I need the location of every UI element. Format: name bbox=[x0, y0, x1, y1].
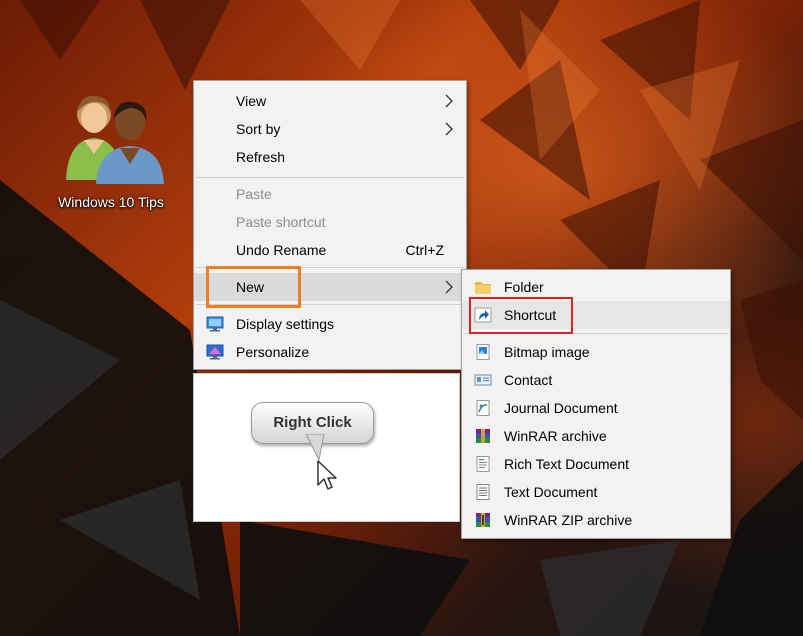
display-settings-icon bbox=[206, 316, 224, 332]
menu-item-label: Paste shortcut bbox=[236, 214, 326, 230]
desktop-context-menu: View Sort by Refresh Paste Paste shortcu… bbox=[193, 80, 467, 370]
submenu-item-label: Rich Text Document bbox=[504, 456, 630, 472]
submenu-item-bitmap-image[interactable]: Bitmap image bbox=[462, 338, 730, 366]
menu-item-sort-by[interactable]: Sort by bbox=[194, 115, 466, 143]
submenu-item-label: Bitmap image bbox=[504, 344, 590, 360]
menu-item-label: Refresh bbox=[236, 149, 286, 165]
desktop-shortcut-windows-10-tips[interactable]: Windows 10 Tips bbox=[45, 88, 177, 210]
submenu-item-label: Journal Document bbox=[504, 400, 618, 416]
right-click-callout: Right Click bbox=[193, 373, 460, 522]
journal-icon bbox=[476, 400, 490, 416]
submenu-item-text-document[interactable]: Text Document bbox=[462, 478, 730, 506]
menu-item-refresh[interactable]: Refresh bbox=[194, 143, 466, 171]
menu-item-label: Sort by bbox=[236, 121, 281, 137]
submenu-item-journal-document[interactable]: Journal Document bbox=[462, 394, 730, 422]
menu-item-view[interactable]: View bbox=[194, 87, 466, 115]
users-icon bbox=[66, 95, 164, 184]
menu-item-label: Personalize bbox=[236, 344, 310, 360]
menu-item-label: Undo Rename bbox=[236, 242, 327, 258]
shortcut-highlight-box bbox=[469, 297, 573, 334]
menu-item-undo-rename[interactable]: Undo Rename Ctrl+Z bbox=[194, 236, 466, 264]
submenu-item-label: WinRAR archive bbox=[504, 428, 607, 444]
menu-item-label: View bbox=[236, 93, 267, 109]
submenu-item-label: Text Document bbox=[504, 484, 598, 500]
winrar-icon bbox=[476, 429, 490, 443]
submenu-item-contact[interactable]: Contact bbox=[462, 366, 730, 394]
mouse-cursor-icon bbox=[317, 460, 337, 490]
menu-separator bbox=[196, 177, 464, 178]
submenu-item-winrar-archive[interactable]: WinRAR archive bbox=[462, 422, 730, 450]
menu-item-display-settings[interactable]: Display settings bbox=[194, 310, 466, 338]
menu-item-label: Paste bbox=[236, 186, 272, 202]
folder-icon bbox=[475, 282, 491, 294]
bitmap-icon bbox=[476, 344, 490, 360]
menu-item-paste-shortcut[interactable]: Paste shortcut bbox=[194, 208, 466, 236]
menu-item-paste[interactable]: Paste bbox=[194, 180, 466, 208]
menu-item-personalize[interactable]: Personalize bbox=[194, 338, 466, 366]
desktop-icon-label: Windows 10 Tips bbox=[58, 194, 164, 210]
chevron-right-icon bbox=[445, 94, 453, 108]
personalize-icon bbox=[206, 344, 224, 360]
submenu-item-winrar-zip-archive[interactable]: WinRAR ZIP archive bbox=[462, 506, 730, 534]
menu-item-label: Display settings bbox=[236, 316, 335, 332]
rich-text-icon bbox=[476, 456, 490, 472]
submenu-item-label: Contact bbox=[504, 372, 553, 388]
new-highlight-box bbox=[206, 266, 301, 308]
contact-icon bbox=[474, 374, 492, 386]
chevron-right-icon bbox=[445, 122, 453, 136]
submenu-item-label: WinRAR ZIP archive bbox=[504, 512, 633, 528]
chevron-right-icon bbox=[445, 280, 453, 294]
keyboard-shortcut: Ctrl+Z bbox=[405, 242, 445, 258]
winrar-zip-icon bbox=[476, 513, 490, 527]
submenu-item-rich-text-document[interactable]: Rich Text Document bbox=[462, 450, 730, 478]
text-document-icon bbox=[476, 484, 490, 500]
